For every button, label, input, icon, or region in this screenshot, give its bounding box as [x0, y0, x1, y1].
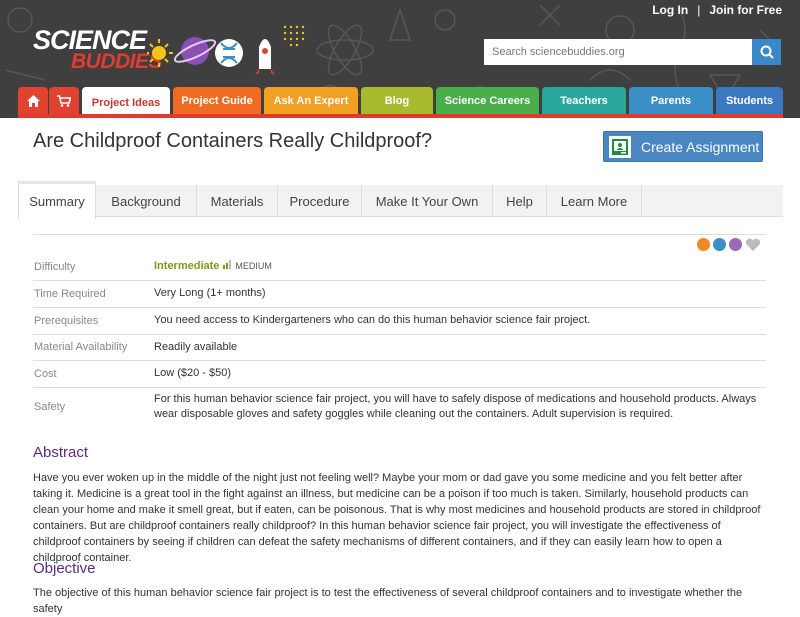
safety-label: Safety	[33, 386, 154, 427]
prerequisites-label: Prerequisites	[33, 306, 154, 334]
table-row: Cost Low ($20 - $50)	[33, 359, 766, 387]
tab-background[interactable]: Background	[96, 185, 197, 217]
tab-make-it-your-own[interactable]: Make It Your Own	[362, 185, 493, 217]
tab-help[interactable]: Help	[493, 185, 547, 217]
account-links: Log In | Join for Free	[652, 3, 782, 17]
availability-value: Readily available	[154, 333, 766, 360]
time-label: Time Required	[33, 279, 154, 307]
create-assignment-label: Create Assignment	[641, 138, 760, 155]
difficulty-label: Difficulty	[34, 260, 76, 273]
nav-parents[interactable]: Parents	[629, 87, 713, 114]
difficulty-value: Intermediate MEDIUM	[154, 254, 766, 280]
time-value: Very Long (1+ months)	[154, 279, 766, 307]
table-row: Safety For this human behavior science f…	[33, 386, 766, 427]
cost-label: Cost	[33, 359, 154, 387]
project-details-table: Difficulty Intermediate MEDIUM Time Requi…	[33, 254, 766, 427]
share-icon[interactable]	[697, 238, 710, 251]
nav-science-careers[interactable]: Science Careers	[436, 87, 539, 114]
search-input[interactable]	[484, 39, 752, 65]
share-tools	[697, 238, 761, 252]
science-buddies-logo[interactable]: SCIENCE BUDDIES	[33, 25, 305, 81]
link-separator: |	[697, 3, 701, 17]
tab-learn-more[interactable]: Learn More	[547, 185, 642, 217]
difficulty-bars-icon	[223, 259, 232, 274]
login-link[interactable]: Log In	[652, 3, 688, 17]
cost-value: Low ($20 - $50)	[154, 359, 766, 387]
table-row: Time Required Very Long (1+ months)	[33, 279, 766, 307]
abstract-heading: Abstract	[33, 444, 89, 461]
logo-science-icons	[147, 25, 305, 75]
tab-procedure[interactable]: Procedure	[278, 185, 362, 217]
tab-materials[interactable]: Materials	[197, 185, 278, 217]
create-assignment-button[interactable]: Create Assignment	[603, 131, 763, 162]
join-link[interactable]: Join for Free	[709, 3, 782, 17]
difficulty-level-text: Intermediate	[154, 260, 220, 273]
search-icon	[760, 45, 774, 59]
prerequisites-value: You need access to Kindergarteners who c…	[154, 306, 766, 334]
email-icon[interactable]	[729, 238, 742, 251]
abstract-text: Have you ever woken up in the middle of …	[33, 472, 761, 564]
favorite-icon[interactable]	[745, 238, 761, 252]
objective-heading: Objective	[33, 560, 96, 577]
table-row: Prerequisites You need access to Kinderg…	[33, 306, 766, 334]
nav-teachers[interactable]: Teachers	[542, 87, 626, 114]
tab-summary[interactable]: Summary	[18, 181, 96, 219]
home-icon	[26, 94, 40, 107]
table-row: Material Availability Readily available	[33, 333, 766, 360]
print-icon[interactable]	[713, 238, 726, 251]
objective-text: The objective of this human behavior sci…	[33, 587, 743, 615]
divider	[33, 234, 766, 235]
search-button[interactable]	[752, 39, 781, 65]
nav-home[interactable]	[18, 87, 48, 114]
nav-project-guide[interactable]: Project Guide	[173, 87, 261, 114]
cart-icon	[57, 94, 71, 107]
difficulty-tag: MEDIUM	[235, 261, 272, 272]
availability-label: Material Availability	[33, 333, 154, 360]
nav-ask-an-expert[interactable]: Ask An Expert	[264, 87, 358, 114]
google-classroom-icon	[609, 135, 631, 158]
nav-cart[interactable]	[49, 87, 79, 114]
table-row: Difficulty Intermediate MEDIUM	[33, 254, 766, 280]
safety-value: For this human behavior science fair pro…	[154, 386, 766, 427]
page-title: Are Childproof Containers Really Childpr…	[33, 130, 433, 152]
project-tabs: Summary Background Materials Procedure M…	[18, 181, 783, 219]
nav-students[interactable]: Students	[716, 87, 783, 114]
nav-blog[interactable]: Blog	[361, 87, 433, 114]
nav-underline	[18, 114, 783, 118]
